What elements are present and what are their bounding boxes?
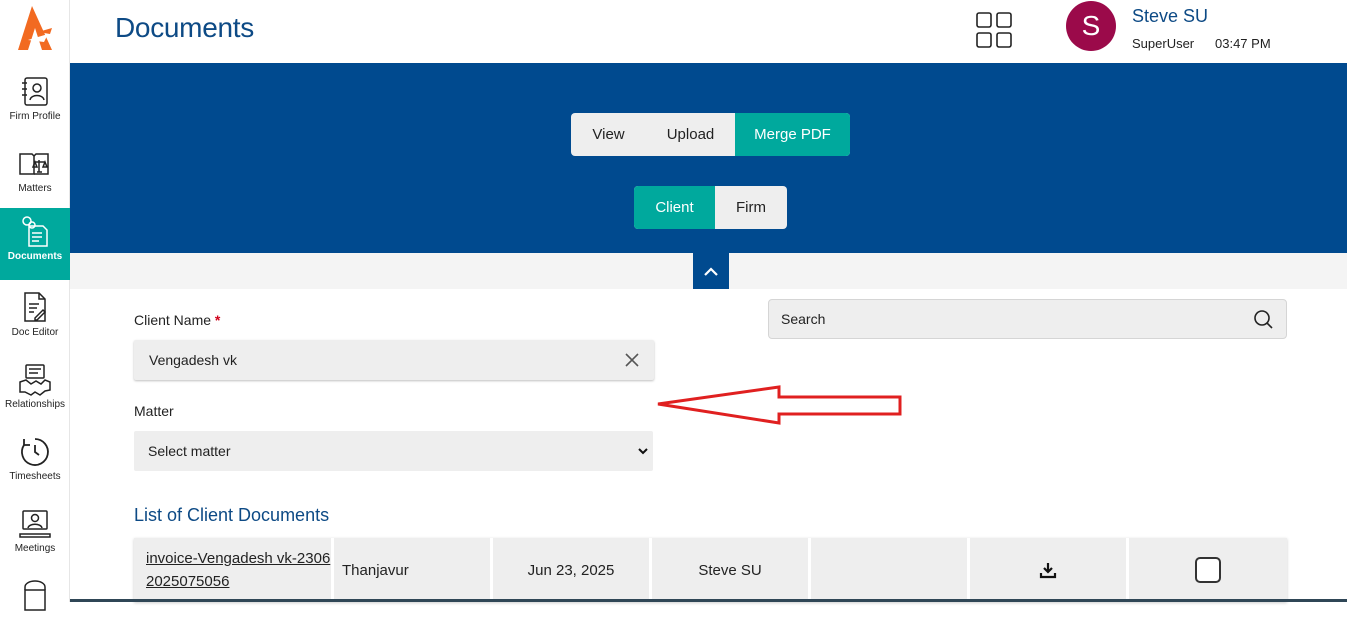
table-cell-location: Thanjavur [334,538,493,602]
doc-editor-icon [24,292,47,322]
tab-firm[interactable]: Firm [715,186,787,229]
sidebar-item-doc-editor[interactable]: Doc Editor [0,284,70,356]
sidebar-item-label: Firm Profile [9,111,61,122]
section-title: List of Client Documents [134,505,330,525]
document-scope-tabs: Client Firm [634,186,787,229]
sidebar-item-matters[interactable]: Matters [0,140,70,212]
collapse-button[interactable] [693,253,729,289]
chevron-up-icon [704,267,718,276]
avatar[interactable]: S [1066,1,1116,51]
archive-icon [24,580,46,611]
client-name-field[interactable]: Vengadesh vk [134,340,654,380]
user-role: SuperUser [1132,36,1195,51]
sidebar-item-firm-profile[interactable]: Firm Profile [0,68,70,140]
app-logo[interactable] [14,4,56,52]
document-link[interactable]: invoice-Vengadesh vk-23062025075056 [146,547,331,593]
collapse-bar [70,253,1347,289]
search-input[interactable]: Search [768,299,1287,339]
sidebar-item-timesheets[interactable]: Timesheets [0,428,70,500]
table-cell-document-name: invoice-Vengadesh vk-23062025075056 [134,538,334,602]
matter-select[interactable]: Select matter [134,431,653,471]
client-name-value: Vengadesh vk [149,352,237,368]
apps-grid-icon[interactable] [976,12,1012,48]
firm-profile-icon [22,77,48,106]
table-cell-date: Jun 23, 2025 [493,538,652,602]
documents-icon [22,216,48,247]
sidebar-item-label: Documents [7,251,63,262]
timesheets-icon [21,438,49,466]
client-name-label-text: Client Name [134,312,212,328]
page-title: Documents [115,12,254,43]
client-name-label: Client Name * [134,312,220,328]
top-header: Documents S Steve SU SuperUser 03:47 PM [70,0,1347,63]
current-time: 03:47 PM [1215,36,1271,51]
download-icon[interactable] [1039,561,1057,579]
user-name[interactable]: Steve SU [1132,6,1208,27]
sidebar-item-meetings[interactable]: Meetings [0,500,70,572]
annotation-arrow [657,385,902,425]
sidebar: Firm Profile Matters Documents Doc Edito… [0,0,70,611]
select-checkbox[interactable] [1195,557,1221,583]
document-mode-banner: View Upload Merge PDF Client Firm [70,63,1347,253]
table-cell-download [970,538,1129,602]
sidebar-item-label: Matters [18,183,52,194]
sidebar-item-label: Relationships [4,399,66,410]
sidebar-item-label: Timesheets [9,471,61,482]
chevron-down-icon [638,448,648,455]
meetings-icon [19,510,51,538]
tab-merge-pdf[interactable]: Merge PDF [735,113,850,156]
tab-view[interactable]: View [571,113,646,156]
matter-label: Matter [134,403,174,419]
clear-icon[interactable] [624,352,640,368]
required-mark: * [214,312,221,328]
relationships-icon [19,364,51,396]
tab-upload[interactable]: Upload [646,113,735,156]
sidebar-item-label: Meetings [14,543,56,554]
search-icon[interactable] [1252,308,1274,330]
sidebar-item-relationships[interactable]: Relationships [0,356,70,428]
sidebar-item-label: Doc Editor [11,327,59,338]
sidebar-item-documents[interactable]: Documents [0,208,70,280]
table-cell-owner: Steve SU [652,538,811,602]
table-cell-select [1129,538,1287,602]
sidebar-item-more[interactable] [0,572,70,644]
search-placeholder: Search [781,311,826,327]
tab-client[interactable]: Client [634,186,715,229]
table-cell-extra [811,538,970,602]
document-action-tabs: View Upload Merge PDF [571,113,850,156]
documents-table: invoice-Vengadesh vk-23062025075056 Than… [134,538,1287,602]
matter-select-value: Select matter [148,443,231,459]
matters-icon [19,153,49,175]
